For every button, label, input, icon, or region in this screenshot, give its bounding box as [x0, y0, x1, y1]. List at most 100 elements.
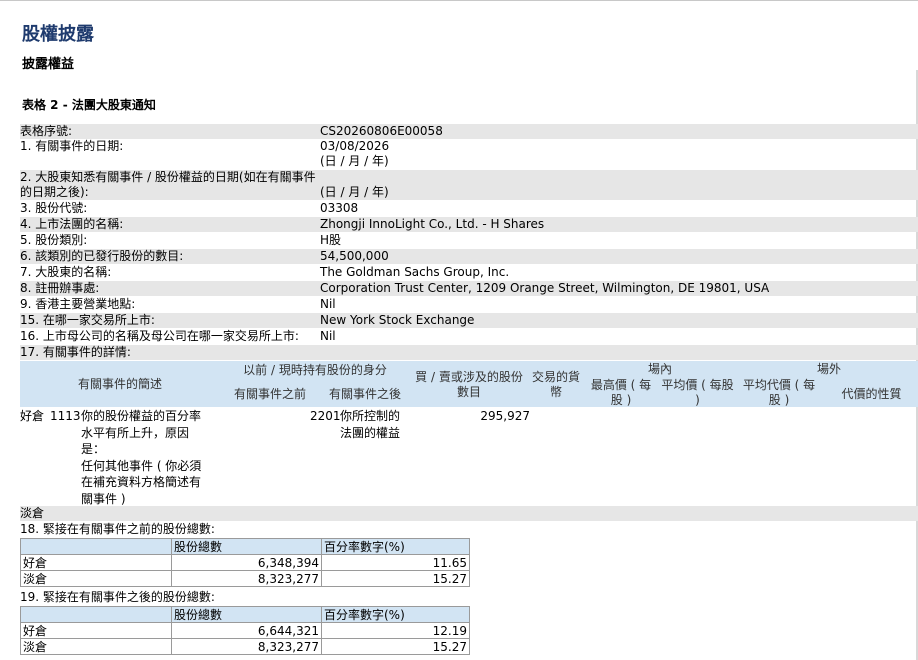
row-label: 好倉 — [20, 622, 172, 639]
field-label-cont: 的日期之後): — [20, 185, 89, 199]
top-border — [0, 0, 918, 1]
header-high-price: 最高價 ( 每股 ) — [590, 378, 652, 407]
field-row-form-serial: 表格序號: CS20260806E00058 — [20, 124, 918, 139]
field-value: New York Stock Exchange — [320, 313, 475, 327]
header-cell-blank — [20, 538, 172, 555]
page-title: 股權披露 — [22, 24, 94, 45]
table-caption: 表格 2 - 法團大股東通知 — [22, 98, 156, 112]
header-after: 有關事件之後 — [328, 387, 401, 401]
capacity-after: 你所控制的 法團的權益 — [340, 408, 400, 441]
header-cell-pct: 百分率數字(%) — [321, 538, 470, 555]
field-label: 表格序號: — [20, 124, 73, 138]
field-value: 03/08/2026 — [320, 139, 390, 153]
field-value: Corporation Trust Center, 1209 Orange St… — [320, 281, 770, 295]
field-label: 2. 大股東知悉有關事件 / 股份權益的日期(如在有關事件 — [20, 170, 316, 184]
field-row-event-details: 17. 有關事件的詳情: — [20, 345, 918, 360]
header-cell-pct: 百分率數字(%) — [321, 606, 470, 623]
desc-line: 關事件 ) — [81, 491, 126, 506]
table-row: 好倉 6,348,394 11.65 — [20, 554, 470, 571]
field-label: 5. 股份類別: — [20, 233, 88, 247]
event-description: 你的股份權益的百分率 水平有所上升，原因 是： 任何其他事件 ( 你必須 在補充… — [81, 408, 201, 507]
field-label: 7. 大股東的名稱: — [20, 265, 112, 279]
row-shares: 8,323,277 — [171, 638, 322, 655]
field-value: 54,500,000 — [320, 249, 389, 263]
row-label: 淡倉 — [20, 570, 172, 587]
row-label: 淡倉 — [20, 638, 172, 655]
field-value: Zhongji InnoLight Co., Ltd. - H Shares — [320, 217, 545, 231]
header-capacity: 以前 / 現時持有股份的身分 — [243, 363, 387, 377]
field-row-exchange: 15. 在哪一家交易所上市: New York Stock Exchange — [20, 313, 918, 328]
header-currency: 交易的貨幣 — [531, 370, 580, 399]
field-row-issued-shares: 6. 該類別的已發行股份的數目: 54,500,000 — [20, 249, 918, 264]
table-header-row: 股份總數 百分率數字(%) — [20, 538, 470, 555]
row-pct: 11.65 — [321, 554, 470, 571]
table-row: 好倉 6,644,321 12.19 — [20, 622, 470, 639]
field-row-shareholder-name: 7. 大股東的名稱: The Goldman Sachs Group, Inc. — [20, 265, 918, 280]
header-consideration-nature: 代價的性質 — [841, 387, 902, 401]
header-cell-blank — [20, 606, 172, 623]
field-label: 3. 股份代號: — [20, 201, 88, 215]
field-label: 6. 該類別的已發行股份的數目: — [20, 249, 184, 263]
row-shares: 6,348,394 — [171, 554, 322, 571]
table-row: 淡倉 8,323,277 15.27 — [20, 570, 470, 587]
field-label: 16. 上市母公司的名稱及母公司在哪一家交易所上市: — [20, 329, 299, 343]
shares-involved: 295,927 — [480, 409, 530, 423]
field-label: 15. 在哪一家交易所上市: — [20, 313, 155, 327]
field-value: 03308 — [320, 201, 359, 215]
header-desc: 有關事件的簡述 — [77, 377, 162, 391]
field-row-parent-listing: 16. 上市母公司的名稱及母公司在哪一家交易所上市: Nil — [20, 329, 918, 344]
position-label: 好倉 — [20, 409, 45, 423]
header-off-exchange: 場外 — [816, 362, 841, 376]
field-value: CS20260806E00058 — [320, 124, 443, 138]
field-value: H股 — [320, 233, 342, 247]
capacity-line: 你所控制的 — [340, 409, 401, 423]
header-avg-consideration: 平均代價 ( 每股 ) — [742, 378, 816, 407]
desc-line: 任何其他事件 ( 你必須 — [81, 458, 202, 473]
desc-line: 在補充資料方格簡述有 — [81, 475, 202, 489]
field-row-hk-place: 9. 香港主要營業地點: Nil — [20, 297, 918, 312]
field-row-registered-office: 8. 註冊辦事處: Corporation Trust Center, 1209… — [20, 281, 918, 296]
field-row-event-date: 1. 有關事件的日期: 03/08/2026 (日 / 月 / 年) — [20, 139, 918, 169]
desc-line: 是： — [81, 442, 106, 456]
table-header-row: 股份總數 百分率數字(%) — [20, 606, 470, 623]
date-format-hint: (日 / 月 / 年) — [320, 154, 389, 168]
field-value: The Goldman Sachs Group, Inc. — [320, 265, 510, 279]
row-shares: 6,644,321 — [171, 622, 322, 639]
row-pct: 15.27 — [321, 638, 470, 655]
field-row-share-class: 5. 股份類別: H股 — [20, 233, 918, 248]
desc-line: 水平有所上升，原因 — [81, 425, 190, 440]
field-label: 4. 上市法團的名稱: — [20, 217, 124, 231]
field-label: 1. 有關事件的日期: — [20, 139, 124, 153]
table-row: 淡倉 8,323,277 15.27 — [20, 638, 470, 655]
header-on-exchange: 場內 — [647, 362, 672, 376]
header-shares: 買 / 賣或涉及的股份數目 — [415, 370, 523, 399]
row-pct: 15.27 — [321, 570, 470, 587]
header-cell-shares: 股份總數 — [171, 606, 322, 623]
row-pct: 12.19 — [321, 622, 470, 639]
field-value: Nil — [320, 297, 336, 311]
section-18-title: 18. 緊接在有關事件之前的股份總數: — [20, 522, 215, 536]
row-label: 好倉 — [20, 554, 172, 571]
row-shares: 8,323,277 — [171, 570, 322, 587]
date-format-hint: (日 / 月 / 年) — [320, 185, 389, 199]
header-cell-shares: 股份總數 — [171, 538, 322, 555]
header-avg-price: 平均價 ( 每股 ) — [661, 378, 734, 407]
field-label: 8. 註冊辦事處: — [20, 281, 100, 295]
field-row-awareness-date: 2. 大股東知悉有關事件 / 股份權益的日期(如在有關事件 的日期之後): (日… — [20, 170, 918, 200]
event-row-short: 淡倉 — [20, 506, 918, 521]
event-code: 1113 — [50, 409, 81, 423]
desc-line: 你的股份權益的百分率 — [81, 409, 202, 423]
section-19-table: 股份總數 百分率數字(%) 好倉 6,644,321 12.19 淡倉 8,32… — [20, 606, 470, 655]
header-before: 有關事件之前 — [233, 387, 306, 401]
field-row-issuer-name: 4. 上市法團的名稱: Zhongji InnoLight Co., Ltd. … — [20, 217, 918, 232]
position-label: 淡倉 — [20, 506, 45, 520]
capacity-code-after: 2201 — [310, 409, 341, 423]
field-value: Nil — [320, 329, 336, 343]
event-table-header: 有關事件的簡述 以前 / 現時持有股份的身分 有關事件之前 有關事件之後 買 /… — [20, 361, 918, 407]
page-subtitle: 披露權益 — [22, 57, 75, 72]
field-label: 17. 有關事件的詳情: — [20, 345, 131, 359]
capacity-line: 法團的權益 — [340, 425, 401, 440]
field-label: 9. 香港主要營業地點: — [20, 297, 136, 311]
section-18-table: 股份總數 百分率數字(%) 好倉 6,348,394 11.65 淡倉 8,32… — [20, 538, 470, 587]
section-19-title: 19. 緊接在有關事件之後的股份總數: — [20, 590, 215, 604]
